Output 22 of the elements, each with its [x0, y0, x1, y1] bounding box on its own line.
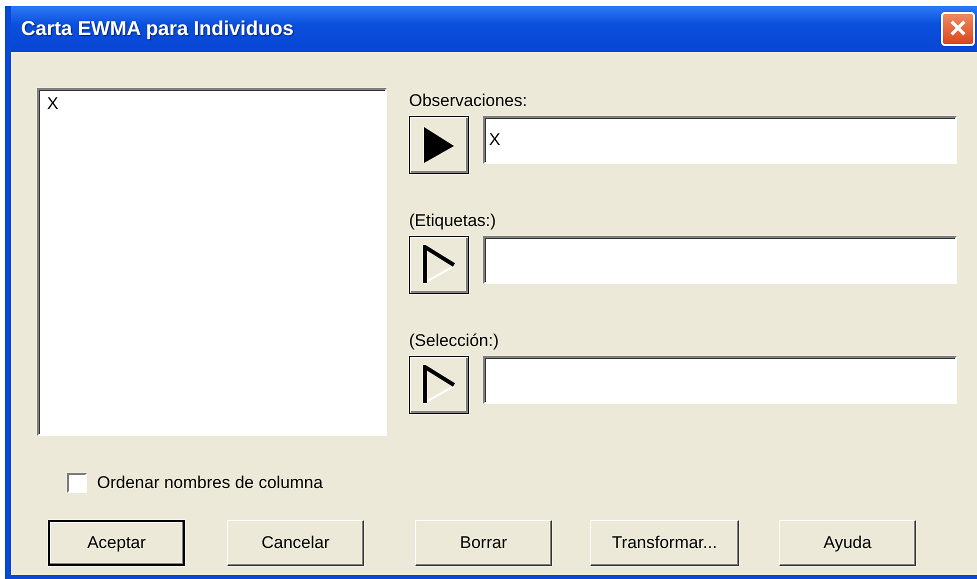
dialog-button[interactable]: Borrar — [415, 520, 552, 566]
play-icon — [422, 125, 456, 165]
dialog-button[interactable]: Cancelar — [227, 520, 364, 566]
dialog-button[interactable]: Ayuda — [779, 520, 916, 566]
field-label: Observaciones: — [409, 90, 528, 112]
play-icon — [422, 245, 456, 285]
dialog-button[interactable]: Transformar... — [590, 520, 739, 566]
variable-list[interactable]: X — [37, 88, 387, 436]
checkbox-label: Ordenar nombres de columna — [97, 472, 323, 494]
field-label: (Selección:) — [409, 330, 500, 352]
arrow-button[interactable] — [409, 116, 469, 174]
dialog-button[interactable]: Aceptar — [48, 520, 185, 566]
field-label: (Etiquetas:) — [409, 210, 497, 232]
input-field[interactable] — [483, 356, 957, 404]
list-item[interactable]: X — [45, 94, 379, 114]
input-field[interactable] — [483, 236, 957, 284]
input-field[interactable]: X — [483, 116, 957, 164]
arrow-button[interactable] — [409, 236, 469, 294]
play-icon — [422, 365, 456, 405]
arrow-button[interactable] — [409, 356, 469, 414]
window-title: Carta EWMA para Individuos — [21, 17, 294, 42]
checkbox[interactable] — [67, 472, 87, 493]
